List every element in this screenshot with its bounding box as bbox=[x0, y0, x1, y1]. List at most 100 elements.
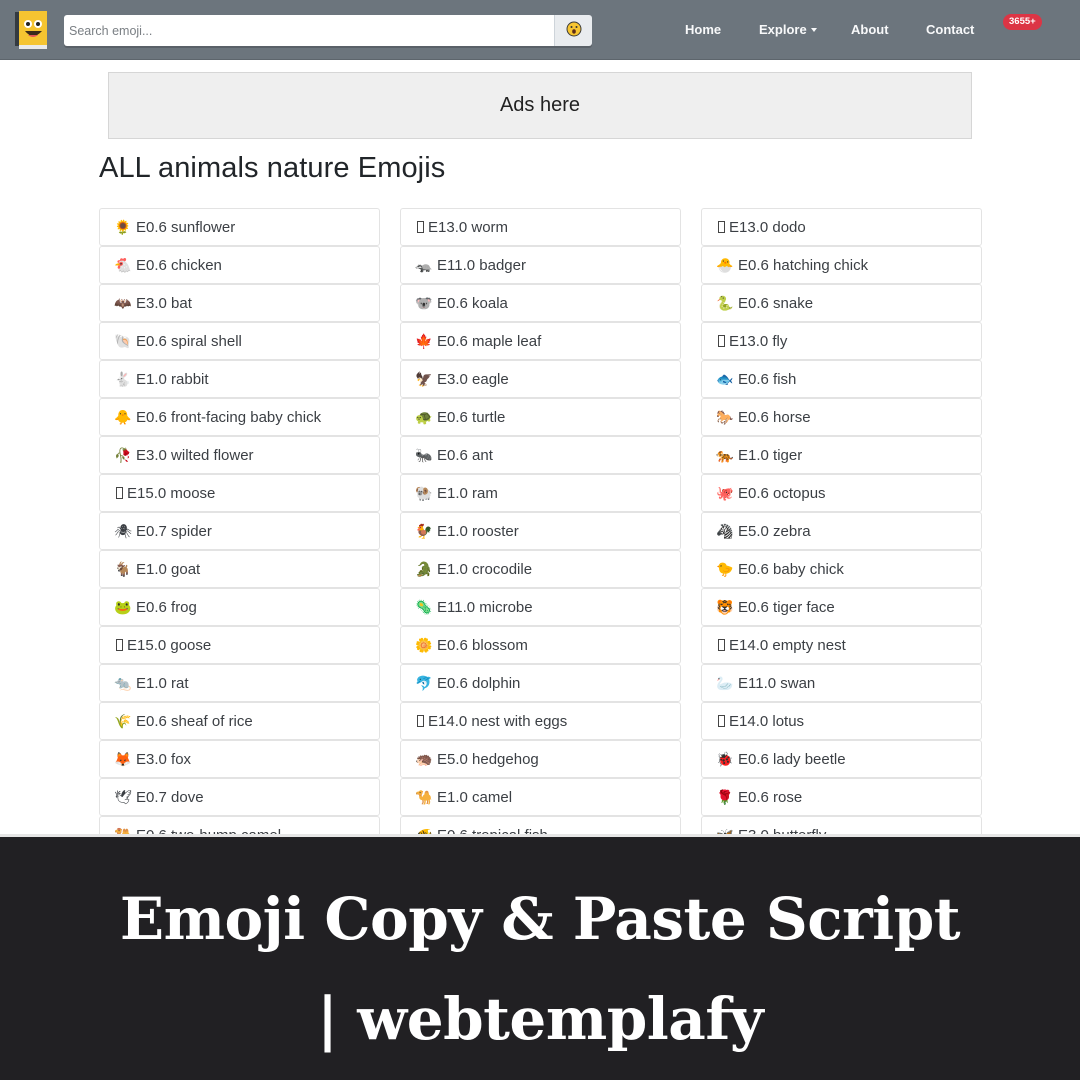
emoji-list-item[interactable]: 🐔 E0.6 chicken bbox=[99, 246, 380, 284]
emoji-glyph-icon: 🥀 bbox=[114, 446, 132, 463]
emoji-list-item[interactable]: 🕊 E0.7 dove bbox=[99, 778, 380, 816]
emoji-list-item[interactable]: 🐸 E0.6 frog bbox=[99, 588, 380, 626]
emoji-list-item[interactable]: 🦔 E5.0 hedgehog bbox=[400, 740, 681, 778]
emoji-list-item[interactable]: E14.0 nest with eggs bbox=[400, 702, 681, 740]
nav-contact-link[interactable]: Contact bbox=[926, 22, 974, 37]
emoji-glyph-icon: 🦢 bbox=[716, 674, 734, 691]
emoji-list-item[interactable]: 🌹 E0.6 rose bbox=[701, 778, 982, 816]
emoji-list-item[interactable]: 🦇 E3.0 bat bbox=[99, 284, 380, 322]
emoji-label: E1.0 rabbit bbox=[136, 370, 209, 388]
emoji-glyph-icon: 🐙 bbox=[716, 484, 734, 501]
emoji-list-item[interactable]: 🐓 E1.0 rooster bbox=[400, 512, 681, 550]
emoji-glyph-icon: 🌹 bbox=[716, 788, 734, 805]
emoji-list-item[interactable]: 🐢 E0.6 turtle bbox=[400, 398, 681, 436]
emoji-list-item[interactable]: 🌼 E0.6 blossom bbox=[400, 626, 681, 664]
emoji-list-item[interactable]: 🐨 E0.6 koala bbox=[400, 284, 681, 322]
emoji-label: E0.6 octopus bbox=[738, 484, 826, 502]
emoji-glyph-icon: 🐅 bbox=[716, 446, 734, 463]
emoji-list-item[interactable]: 🐊 E1.0 crocodile bbox=[400, 550, 681, 588]
tofu-box-icon bbox=[115, 639, 123, 651]
emoji-glyph-icon: 🦡 bbox=[415, 256, 433, 273]
emoji-glyph-icon: 🕷 bbox=[114, 522, 132, 539]
emoji-list-item[interactable]: E14.0 lotus bbox=[701, 702, 982, 740]
emoji-label: E1.0 rat bbox=[136, 674, 189, 692]
emoji-list-item[interactable]: 🍁 E0.6 maple leaf bbox=[400, 322, 681, 360]
missing-glyph-icon bbox=[415, 219, 425, 235]
ads-placeholder: Ads here bbox=[108, 72, 972, 139]
emoji-label: E13.0 fly bbox=[729, 332, 788, 350]
emoji-label: E3.0 wilted flower bbox=[136, 446, 254, 464]
emoji-list-item[interactable]: 🐏 E1.0 ram bbox=[400, 474, 681, 512]
emoji-list-item[interactable]: 🐍 E0.6 snake bbox=[701, 284, 982, 322]
emoji-label: E0.6 frog bbox=[136, 598, 197, 616]
emoji-list-item[interactable]: 🥀 E3.0 wilted flower bbox=[99, 436, 380, 474]
emoji-list-item[interactable]: 🦅 E3.0 eagle bbox=[400, 360, 681, 398]
nav-home-link[interactable]: Home bbox=[685, 22, 721, 37]
emoji-list-item[interactable]: 🌾 E0.6 sheaf of rice bbox=[99, 702, 380, 740]
nav-explore-label: Explore bbox=[759, 22, 807, 37]
emoji-glyph-icon: 🦅 bbox=[415, 370, 433, 387]
missing-glyph-icon bbox=[415, 713, 425, 729]
emoji-glyph-icon: 🐀 bbox=[114, 674, 132, 691]
emoji-list-item[interactable]: 🐙 E0.6 octopus bbox=[701, 474, 982, 512]
emoji-list-item[interactable]: 🦠 E11.0 microbe bbox=[400, 588, 681, 626]
emoji-label: E0.6 chicken bbox=[136, 256, 222, 274]
emoji-list-item[interactable]: E13.0 worm bbox=[400, 208, 681, 246]
emoji-list-item[interactable]: E13.0 dodo bbox=[701, 208, 982, 246]
emoji-list-item[interactable]: 🐯 E0.6 tiger face bbox=[701, 588, 982, 626]
emoji-list-item[interactable]: 🦊 E3.0 fox bbox=[99, 740, 380, 778]
emoji-label: E0.6 ant bbox=[437, 446, 493, 464]
emoji-label: E0.6 lady beetle bbox=[738, 750, 846, 768]
emoji-list-item[interactable]: 🐇 E1.0 rabbit bbox=[99, 360, 380, 398]
emoji-label: E3.0 fox bbox=[136, 750, 192, 768]
emoji-label: E0.6 front-facing baby chick bbox=[136, 408, 322, 426]
emoji-list-item[interactable]: 🐀 E1.0 rat bbox=[99, 664, 380, 702]
emoji-list-item[interactable]: 🐞 E0.6 lady beetle bbox=[701, 740, 982, 778]
emoji-list-item[interactable]: 🐣 E0.6 hatching chick bbox=[701, 246, 982, 284]
emoji-glyph-icon: 🐸 bbox=[114, 598, 132, 615]
emoji-list-item[interactable]: E13.0 fly bbox=[701, 322, 982, 360]
emoji-list-item[interactable]: 🐥 E0.6 front-facing baby chick bbox=[99, 398, 380, 436]
emoji-label: E0.7 spider bbox=[136, 522, 212, 540]
emoji-list-item[interactable]: 🦡 E11.0 badger bbox=[400, 246, 681, 284]
emoji-list-item[interactable]: 🕷 E0.7 spider bbox=[99, 512, 380, 550]
emoji-glyph-icon: 🦇 bbox=[114, 294, 132, 311]
emoji-list-item[interactable]: 🐅 E1.0 tiger bbox=[701, 436, 982, 474]
tofu-box-icon bbox=[717, 335, 725, 347]
emoji-label: E0.6 hatching chick bbox=[738, 256, 869, 274]
emoji-list-item[interactable]: 🦢 E11.0 swan bbox=[701, 664, 982, 702]
emoji-label: E3.0 bat bbox=[136, 294, 192, 312]
emoji-list-item[interactable]: 🐎 E0.6 horse bbox=[701, 398, 982, 436]
emoji-label: E15.0 goose bbox=[127, 636, 212, 654]
emoji-list-item[interactable]: 🦓 E5.0 zebra bbox=[701, 512, 982, 550]
nav-explore-dropdown[interactable]: Explore bbox=[759, 22, 817, 37]
emoji-list-item[interactable]: E14.0 empty nest bbox=[701, 626, 982, 664]
emoji-label: E1.0 goat bbox=[136, 560, 201, 578]
emoji-list-item[interactable]: 🐜 E0.6 ant bbox=[400, 436, 681, 474]
emoji-list-item[interactable]: 🐪 E1.0 camel bbox=[400, 778, 681, 816]
emoji-glyph-icon: 🦓 bbox=[716, 522, 734, 539]
emoji-glyph-icon: 🐓 bbox=[415, 522, 433, 539]
emoji-label: E1.0 crocodile bbox=[437, 560, 533, 578]
emoji-list-item[interactable]: E15.0 moose bbox=[99, 474, 380, 512]
emoji-glyph-icon: 🐎 bbox=[716, 408, 734, 425]
emoji-label: E1.0 tiger bbox=[738, 446, 803, 464]
emoji-glyph-icon: 🐐 bbox=[114, 560, 132, 577]
emoji-list-item[interactable]: E15.0 goose bbox=[99, 626, 380, 664]
emoji-label: E0.6 blossom bbox=[437, 636, 528, 654]
missing-glyph-icon bbox=[716, 637, 726, 653]
nav-about-link[interactable]: About bbox=[851, 22, 889, 37]
emoji-list-item[interactable]: 🐟 E0.6 fish bbox=[701, 360, 982, 398]
emoji-list-item[interactable]: 🌻 E0.6 sunflower bbox=[99, 208, 380, 246]
emoji-list-item[interactable]: 🐚 E0.6 spiral shell bbox=[99, 322, 380, 360]
emoji-glyph-icon: 🐯 bbox=[716, 598, 734, 615]
emoji-count-badge: 3655+ bbox=[1003, 14, 1042, 30]
emoji-list-item[interactable]: 🐐 E1.0 goat bbox=[99, 550, 380, 588]
emoji-label: E0.7 dove bbox=[136, 788, 204, 806]
emoji-list-item[interactable]: 🐤 E0.6 baby chick bbox=[701, 550, 982, 588]
emoji-label: E0.6 rose bbox=[738, 788, 803, 806]
emoji-glyph-icon: 🐞 bbox=[716, 750, 734, 767]
emoji-list-item[interactable]: 🐬 E0.6 dolphin bbox=[400, 664, 681, 702]
emoji-label: E0.6 spiral shell bbox=[136, 332, 242, 350]
emoji-column: E13.0 dodo 🐣 E0.6 hatching chick 🐍 E0.6 snak… bbox=[701, 208, 982, 854]
